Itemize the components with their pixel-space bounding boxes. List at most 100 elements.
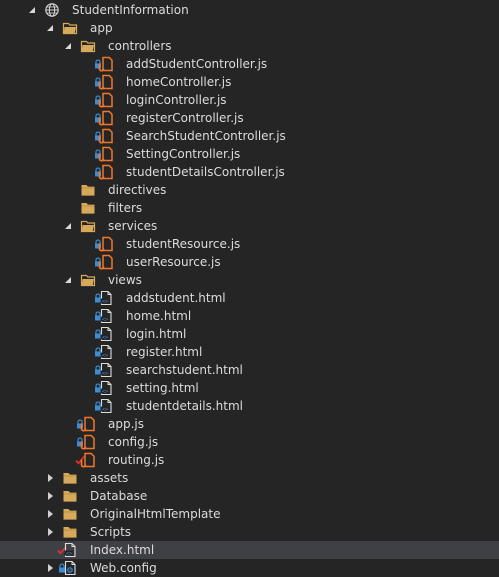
tree-item-app[interactable]: app bbox=[0, 19, 499, 37]
tree-item-searchstudent-html[interactable]: <> searchstudent.html bbox=[0, 361, 499, 379]
tree-item-database[interactable]: Database bbox=[0, 487, 499, 505]
tree-item-routing-js[interactable]: routing.js bbox=[0, 451, 499, 469]
js-file-icon bbox=[80, 434, 96, 450]
js-file-icon bbox=[98, 92, 114, 108]
tree-item-controllers[interactable]: controllers bbox=[0, 37, 499, 55]
tree-item-label: loginController.js bbox=[126, 93, 227, 107]
folder-open-icon bbox=[80, 272, 96, 288]
tree-item-views[interactable]: views bbox=[0, 271, 499, 289]
tree-item-label: login.html bbox=[126, 327, 187, 341]
svg-text:<>: <> bbox=[102, 407, 109, 413]
tree-item-label: views bbox=[108, 273, 142, 287]
tree-item-studentdetails-html[interactable]: <> studentdetails.html bbox=[0, 397, 499, 415]
tree-item-web-config[interactable]: Web.config bbox=[0, 559, 499, 577]
config-file-icon bbox=[62, 560, 78, 576]
svg-text:<>: <> bbox=[102, 335, 109, 341]
tree-item-label: app bbox=[90, 21, 113, 35]
folder-icon bbox=[62, 524, 78, 540]
folder-icon bbox=[80, 200, 96, 216]
tree-item-filters[interactable]: filters bbox=[0, 199, 499, 217]
tree-item-studentresource-js[interactable]: studentResource.js bbox=[0, 235, 499, 253]
collapse-arrow-icon[interactable] bbox=[44, 469, 56, 487]
tree-item-homecontroller-js[interactable]: homeController.js bbox=[0, 73, 499, 91]
tree-item-label: filters bbox=[108, 201, 143, 215]
tree-item-label: SearchStudentController.js bbox=[126, 129, 286, 143]
js-file-icon bbox=[80, 416, 96, 432]
html-file-icon: <> bbox=[62, 542, 78, 558]
tree-item-addstudent-html[interactable]: <> addstudent.html bbox=[0, 289, 499, 307]
svg-text:<>: <> bbox=[102, 389, 109, 395]
expand-arrow-icon[interactable] bbox=[62, 271, 74, 289]
tree-item-label: OriginalHtmlTemplate bbox=[90, 507, 221, 521]
folder-open-icon bbox=[80, 218, 96, 234]
tree-item-studentinformation[interactable]: StudentInformation bbox=[0, 1, 499, 19]
tree-item-home-html[interactable]: <> home.html bbox=[0, 307, 499, 325]
collapse-arrow-icon[interactable] bbox=[44, 559, 56, 577]
tree-item-label: Scripts bbox=[90, 525, 132, 539]
js-file-icon bbox=[98, 128, 114, 144]
expand-arrow-icon[interactable] bbox=[62, 217, 74, 235]
folder-icon bbox=[62, 470, 78, 486]
collapse-arrow-icon[interactable] bbox=[44, 487, 56, 505]
tree-item-userresource-js[interactable]: userResource.js bbox=[0, 253, 499, 271]
svg-text:<>: <> bbox=[102, 353, 109, 359]
folder-icon bbox=[62, 488, 78, 504]
expand-arrow-icon[interactable] bbox=[44, 19, 56, 37]
tree-item-label: services bbox=[108, 219, 158, 233]
tree-item-label: home.html bbox=[126, 309, 192, 323]
tree-item-register-html[interactable]: <> register.html bbox=[0, 343, 499, 361]
tree-item-services[interactable]: services bbox=[0, 217, 499, 235]
tree-item-label: Index.html bbox=[90, 543, 155, 557]
tree-item-label: addStudentController.js bbox=[126, 57, 268, 71]
js-file-icon bbox=[98, 146, 114, 162]
tree-item-label: addstudent.html bbox=[126, 291, 226, 305]
solution-explorer-tree: StudentInformation app controllers addStude… bbox=[0, 0, 499, 577]
tree-item-directives[interactable]: directives bbox=[0, 181, 499, 199]
tree-item-label: register.html bbox=[126, 345, 203, 359]
tree-item-label: studentResource.js bbox=[126, 237, 241, 251]
js-file-icon bbox=[98, 74, 114, 90]
tree-item-logincontroller-js[interactable]: loginController.js bbox=[0, 91, 499, 109]
tree-item-registercontroller-js[interactable]: registerController.js bbox=[0, 109, 499, 127]
folder-open-icon bbox=[80, 38, 96, 54]
html-file-icon: <> bbox=[98, 290, 114, 306]
html-file-icon: <> bbox=[98, 398, 114, 414]
tree-item-scripts[interactable]: Scripts bbox=[0, 523, 499, 541]
globe-icon bbox=[44, 2, 60, 18]
js-file-icon bbox=[98, 254, 114, 270]
tree-item-label: Web.config bbox=[90, 561, 157, 575]
tree-item-label: homeController.js bbox=[126, 75, 232, 89]
html-file-icon: <> bbox=[98, 326, 114, 342]
expand-arrow-icon[interactable] bbox=[26, 1, 38, 19]
expand-arrow-icon[interactable] bbox=[62, 37, 74, 55]
tree-item-label: studentdetails.html bbox=[126, 399, 243, 413]
html-file-icon: <> bbox=[98, 362, 114, 378]
js-file-icon bbox=[80, 452, 96, 468]
tree-item-label: searchstudent.html bbox=[126, 363, 243, 377]
folder-icon bbox=[62, 506, 78, 522]
js-file-icon bbox=[98, 236, 114, 252]
tree-item-label: setting.html bbox=[126, 381, 199, 395]
tree-item-setting-html[interactable]: <> setting.html bbox=[0, 379, 499, 397]
tree-item-label: app.js bbox=[108, 417, 144, 431]
tree-item-label: StudentInformation bbox=[72, 3, 189, 17]
tree-item-searchstudentcontroller-js[interactable]: SearchStudentController.js bbox=[0, 127, 499, 145]
tree-item-label: Database bbox=[90, 489, 148, 503]
tree-item-assets[interactable]: assets bbox=[0, 469, 499, 487]
tree-item-originalhtmltemplate[interactable]: OriginalHtmlTemplate bbox=[0, 505, 499, 523]
tree-item-settingcontroller-js[interactable]: SettingController.js bbox=[0, 145, 499, 163]
tree-item-app-js[interactable]: app.js bbox=[0, 415, 499, 433]
collapse-arrow-icon[interactable] bbox=[44, 505, 56, 523]
collapse-arrow-icon[interactable] bbox=[44, 523, 56, 541]
tree-item-studentdetailscontroller-js[interactable]: studentDetailsController.js bbox=[0, 163, 499, 181]
tree-item-config-js[interactable]: config.js bbox=[0, 433, 499, 451]
svg-text:<>: <> bbox=[102, 317, 109, 323]
tree-item-index-html[interactable]: <> Index.html bbox=[0, 541, 499, 559]
tree-item-login-html[interactable]: <> login.html bbox=[0, 325, 499, 343]
svg-text:<>: <> bbox=[102, 299, 109, 305]
js-file-icon bbox=[98, 56, 114, 72]
tree-item-addstudentcontroller-js[interactable]: addStudentController.js bbox=[0, 55, 499, 73]
tree-item-label: userResource.js bbox=[126, 255, 221, 269]
tree-item-label: directives bbox=[108, 183, 167, 197]
tree-item-label: routing.js bbox=[108, 453, 165, 467]
